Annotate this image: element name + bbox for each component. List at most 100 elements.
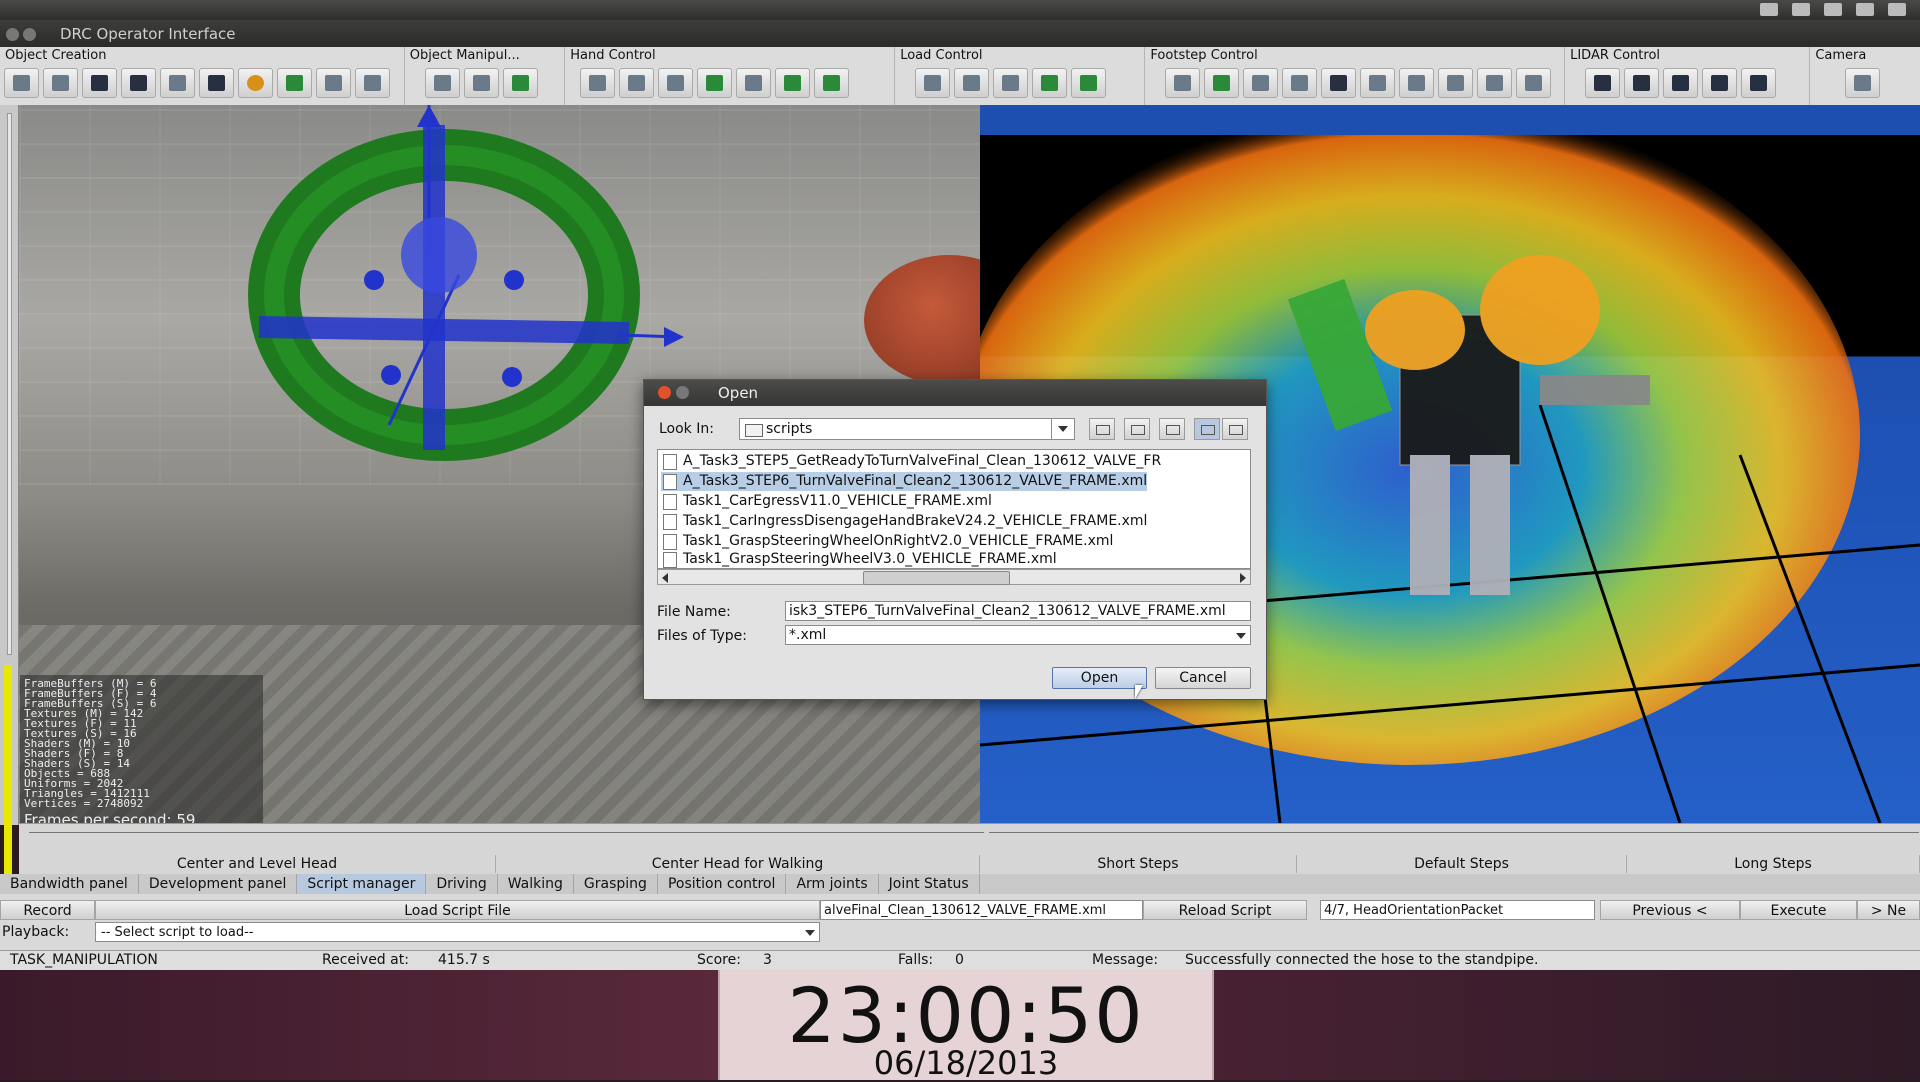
tab-walking[interactable]: Walking (498, 874, 574, 894)
load-icon[interactable] (954, 68, 990, 98)
file-item[interactable]: Task1_CarEgressV11.0_VEHICLE_FRAME.xml (661, 492, 992, 511)
center-level-head-button[interactable]: Center and Level Head (19, 855, 496, 873)
load-right-icon[interactable] (1032, 68, 1068, 98)
box-object-icon[interactable] (43, 68, 78, 98)
playback-select[interactable]: -- Select script to load-- (95, 922, 820, 942)
footstep-path-icon[interactable] (1360, 68, 1396, 98)
tab-bandwidth-panel[interactable]: Bandwidth panel (0, 874, 139, 894)
lidar-clear-icon[interactable] (1702, 68, 1738, 98)
footstep-rotate-icon[interactable] (1477, 68, 1513, 98)
move-object-icon[interactable] (424, 68, 460, 98)
tab-position-control[interactable]: Position control (658, 874, 787, 894)
hand-blank-icon[interactable] (658, 68, 694, 98)
vehicle-object-icon[interactable] (121, 68, 156, 98)
footstep-pattern-icon[interactable] (1321, 68, 1357, 98)
hand-close-icon[interactable] (619, 68, 655, 98)
battery-icon[interactable] (1792, 3, 1810, 16)
close-window-icon[interactable] (6, 28, 19, 41)
up-folder-icon[interactable] (1089, 418, 1115, 440)
packet-field[interactable]: 4/7, HeadOrientationPacket (1320, 900, 1595, 920)
reload-script-button[interactable]: Reload Script (1143, 900, 1307, 920)
details-view-icon[interactable] (1222, 418, 1248, 440)
file-list[interactable]: A_Task3_STEP5_GetReadyToTurnValveFinal_C… (657, 449, 1251, 569)
new-folder-icon[interactable] (1159, 418, 1185, 440)
valve-object-icon[interactable] (238, 68, 273, 98)
load-left-icon[interactable] (915, 68, 951, 98)
horizontal-scrollbar[interactable] (657, 569, 1251, 585)
center-head-walking-button[interactable]: Center Head for Walking (496, 855, 980, 873)
loaded-script-field[interactable]: alveFinal_Clean_130612_VALVE_FRAME.xml (820, 900, 1143, 920)
lidar-scan-icon[interactable] (1624, 68, 1660, 98)
file-item[interactable]: A_Task3_STEP5_GetReadyToTurnValveFinal_C… (661, 452, 1161, 471)
footstep-snap-icon[interactable] (1438, 68, 1474, 98)
default-steps-button[interactable]: Default Steps (1297, 855, 1627, 873)
lidar-map-icon[interactable] (1741, 68, 1777, 98)
tab-script-manager[interactable]: Script manager (297, 874, 427, 894)
footstep-turn-icon[interactable] (1282, 68, 1318, 98)
file-name-input[interactable]: isk3_STEP6_TurnValveFinal_Clean2_130612_… (785, 601, 1251, 621)
lidar-enable2-icon[interactable] (1663, 68, 1699, 98)
footstep-bind-icon[interactable] (1516, 68, 1552, 98)
hand-place-right-icon[interactable] (814, 68, 850, 98)
align-object-icon[interactable] (502, 68, 538, 98)
network-icon[interactable] (1888, 3, 1906, 16)
footstep-both-icon[interactable] (1243, 68, 1279, 98)
drill-object-icon[interactable] (316, 68, 351, 98)
list-view-icon[interactable] (1194, 418, 1220, 440)
tab-joint-status[interactable]: Joint Status (879, 874, 980, 894)
hand-close-right-icon[interactable] (775, 68, 811, 98)
look-in-select[interactable]: scripts (739, 418, 1075, 440)
cylinder-object-icon[interactable] (277, 68, 312, 98)
head-position-slider[interactable] (29, 832, 984, 837)
minimize-window-icon[interactable] (23, 28, 36, 41)
previous-button[interactable]: Previous < (1600, 900, 1740, 920)
scroll-left-icon[interactable] (662, 573, 668, 583)
grid-object-icon[interactable] (82, 68, 117, 98)
select-tool-icon[interactable] (4, 68, 39, 98)
keyboard-icon[interactable] (1760, 3, 1778, 16)
footstep-left-icon[interactable] (1165, 68, 1201, 98)
hand-place-icon[interactable] (580, 68, 616, 98)
ladder-object-icon[interactable] (160, 68, 195, 98)
chevron-down-icon[interactable] (805, 930, 815, 936)
wheel-object-icon[interactable] (199, 68, 234, 98)
tab-arm-joints[interactable]: Arm joints (786, 874, 879, 894)
scroll-right-icon[interactable] (1240, 573, 1246, 583)
hand-home-icon[interactable] (697, 68, 733, 98)
mail-icon[interactable] (1824, 3, 1842, 16)
footstep-right-icon[interactable] (1204, 68, 1240, 98)
cancel-button[interactable]: Cancel (1155, 667, 1251, 689)
eye-icon[interactable] (1845, 68, 1881, 98)
rotate-object-icon[interactable] (463, 68, 499, 98)
minimize-icon[interactable] (676, 386, 689, 399)
tab-grasping[interactable]: Grasping (574, 874, 658, 894)
bluetooth-icon[interactable] (1856, 3, 1874, 16)
execute-button[interactable]: Execute (1740, 900, 1857, 920)
open-button[interactable]: Open (1052, 667, 1147, 689)
chevron-down-icon[interactable] (1230, 626, 1250, 644)
hand-blank2-icon[interactable] (736, 68, 772, 98)
load-all-icon[interactable] (1071, 68, 1107, 98)
files-of-type-select[interactable]: *.xml (785, 625, 1251, 645)
lidar-enable-icon[interactable] (1585, 68, 1621, 98)
tab-driving[interactable]: Driving (426, 874, 498, 894)
next-button[interactable]: > Ne (1857, 900, 1920, 920)
file-item-selected[interactable]: A_Task3_STEP6_TurnValveFinal_Clean2_1306… (661, 472, 1148, 491)
vertical-slider[interactable] (7, 113, 12, 655)
file-item[interactable]: Task1_GraspSteeringWheelOnRightV2.0_VEHI… (661, 532, 1113, 551)
step-length-slider[interactable] (989, 832, 1919, 837)
scroll-thumb[interactable] (863, 571, 1010, 585)
load-script-button[interactable]: Load Script File (95, 900, 820, 920)
tab-development-panel[interactable]: Development panel (139, 874, 298, 894)
load-both-icon[interactable] (993, 68, 1029, 98)
close-icon[interactable] (658, 386, 671, 399)
file-item[interactable]: Task1_GraspSteeringWheelV3.0_VEHICLE_FRA… (661, 550, 1057, 568)
file-item[interactable]: Task1_CarIngressDisengageHandBrakeV24.2_… (661, 512, 1147, 531)
chevron-down-icon[interactable] (1051, 419, 1074, 439)
long-steps-button[interactable]: Long Steps (1627, 855, 1920, 873)
tool-object-icon[interactable] (355, 68, 390, 98)
record-button[interactable]: Record (0, 900, 95, 920)
short-steps-button[interactable]: Short Steps (980, 855, 1297, 873)
footstep-clear-icon[interactable] (1399, 68, 1435, 98)
home-folder-icon[interactable] (1124, 418, 1150, 440)
